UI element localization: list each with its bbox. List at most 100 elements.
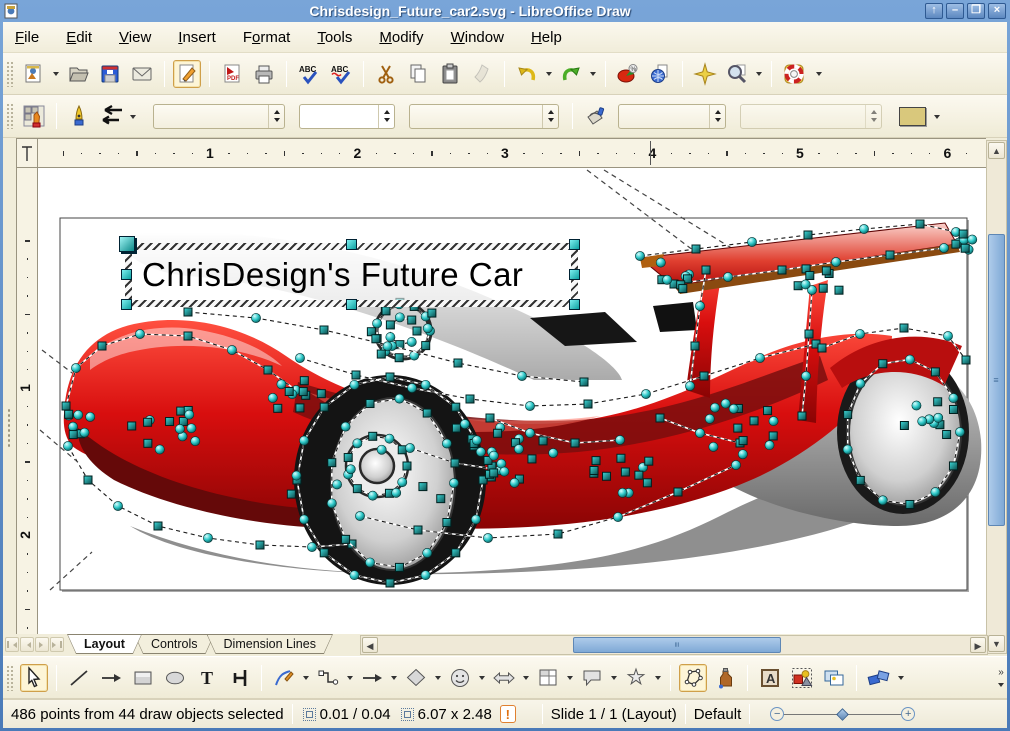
edit-point[interactable]: [961, 355, 971, 365]
flowchart-button[interactable]: [534, 664, 562, 692]
edit-point[interactable]: [731, 460, 741, 470]
basic-shapes-button[interactable]: [402, 664, 430, 692]
edit-point[interactable]: [471, 514, 481, 525]
edit-point[interactable]: [418, 482, 428, 492]
edit-point[interactable]: [553, 529, 563, 539]
edit-point[interactable]: [930, 487, 941, 497]
symbol-shapes-button[interactable]: [446, 664, 474, 692]
horizontal-scrollbar[interactable]: ◀ ≡ ▶: [360, 635, 988, 655]
line-dialog-button[interactable]: [65, 102, 93, 130]
edit-point[interactable]: [855, 378, 866, 389]
horizontal-scroll-thumb[interactable]: ≡: [573, 637, 781, 653]
last-tab-button[interactable]: [50, 637, 64, 652]
edit-point[interactable]: [738, 436, 748, 446]
edit-point[interactable]: [831, 257, 841, 267]
edit-point[interactable]: [385, 372, 395, 382]
edit-point[interactable]: [509, 477, 520, 488]
edit-point[interactable]: [384, 433, 395, 444]
edit-point[interactable]: [485, 413, 495, 423]
edit-point[interactable]: [723, 272, 733, 282]
toolbar-grip[interactable]: [6, 60, 13, 87]
paste-button[interactable]: [436, 60, 464, 88]
edit-point[interactable]: [764, 440, 775, 451]
edit-point[interactable]: [483, 533, 493, 543]
line-style-spinner[interactable]: [268, 104, 284, 128]
arrow-style-dropdown[interactable]: [130, 114, 136, 122]
edit-point[interactable]: [385, 320, 395, 330]
edit-point[interactable]: [617, 487, 628, 498]
edit-point[interactable]: [451, 423, 461, 433]
edit-point[interactable]: [678, 284, 688, 294]
print-button[interactable]: [250, 60, 278, 88]
edit-point[interactable]: [394, 562, 404, 572]
callouts-button[interactable]: [578, 664, 606, 692]
line-color-spinner[interactable]: [542, 104, 558, 128]
line-style-combo[interactable]: [153, 103, 285, 129]
edit-point[interactable]: [267, 392, 278, 403]
edit-point[interactable]: [768, 431, 778, 441]
new-document-dropdown[interactable]: [53, 72, 59, 79]
help-button[interactable]: [780, 60, 808, 88]
edit-point[interactable]: [83, 475, 93, 485]
menu-item-tools[interactable]: Tools: [317, 29, 352, 46]
edit-point[interactable]: [397, 477, 408, 488]
connector-tool-button[interactable]: [314, 664, 342, 692]
edit-point[interactable]: [905, 499, 915, 509]
format-paintbrush-button[interactable]: [468, 60, 496, 88]
edit-point[interactable]: [635, 251, 645, 261]
edit-point[interactable]: [299, 376, 309, 386]
edit-point[interactable]: [284, 386, 294, 396]
zoom-track-right[interactable]: [846, 713, 902, 715]
scroll-left-button[interactable]: ◀: [362, 637, 378, 653]
edit-point[interactable]: [352, 438, 363, 449]
edit-point[interactable]: [673, 487, 683, 497]
vertical-ruler[interactable]: 12: [16, 168, 38, 634]
edit-points-mode-button[interactable]: [20, 102, 48, 130]
edit-point[interactable]: [527, 454, 537, 464]
select-button[interactable]: [20, 663, 48, 692]
edit-point[interactable]: [855, 475, 865, 485]
edit-point[interactable]: [165, 417, 175, 427]
menu-item-modify[interactable]: Modify: [379, 29, 423, 46]
edit-point[interactable]: [184, 409, 195, 420]
glue-points-button[interactable]: [711, 664, 739, 692]
edit-point[interactable]: [327, 458, 337, 468]
rotate-dropdown[interactable]: [898, 676, 904, 683]
selection-handle-bottomleft[interactable]: [121, 299, 132, 310]
edit-point[interactable]: [276, 379, 287, 390]
edit-point[interactable]: [442, 518, 452, 528]
edit-point[interactable]: [691, 244, 701, 254]
edit-point[interactable]: [345, 464, 356, 475]
vertical-scrollbar[interactable]: ▲ ≡ ▼: [986, 140, 1007, 654]
menu-item-help[interactable]: Help: [531, 29, 562, 46]
edit-point[interactable]: [427, 308, 437, 318]
edit-point[interactable]: [655, 413, 665, 423]
edit-point[interactable]: [97, 341, 107, 351]
edit-point[interactable]: [804, 329, 814, 339]
arrow-style-button[interactable]: [97, 102, 125, 130]
ruler-corner[interactable]: [16, 138, 38, 168]
scroll-down-button[interactable]: ▼: [988, 635, 1005, 652]
edit-point[interactable]: [583, 399, 593, 409]
edit-point[interactable]: [499, 466, 510, 477]
rollup-button[interactable]: ↑: [925, 3, 943, 19]
edit-point[interactable]: [655, 257, 666, 268]
edit-points-button[interactable]: [679, 663, 707, 692]
line-tool-button[interactable]: [65, 664, 93, 692]
edit-point[interactable]: [85, 411, 96, 422]
edit-point[interactable]: [878, 359, 888, 369]
prev-tab-button[interactable]: [20, 637, 34, 652]
edit-point[interactable]: [525, 428, 535, 438]
edit-point[interactable]: [951, 239, 961, 249]
edit-point[interactable]: [803, 230, 813, 240]
edit-point[interactable]: [355, 511, 365, 521]
edit-point[interactable]: [877, 495, 888, 506]
warning-badge[interactable]: !: [499, 705, 516, 723]
undo-dropdown[interactable]: [546, 72, 552, 79]
tab-layout[interactable]: Layout: [67, 634, 142, 654]
edit-point[interactable]: [68, 430, 78, 440]
edit-point[interactable]: [948, 393, 959, 403]
edit-point[interactable]: [349, 379, 360, 390]
edit-point[interactable]: [352, 484, 362, 494]
edit-point[interactable]: [967, 234, 978, 245]
